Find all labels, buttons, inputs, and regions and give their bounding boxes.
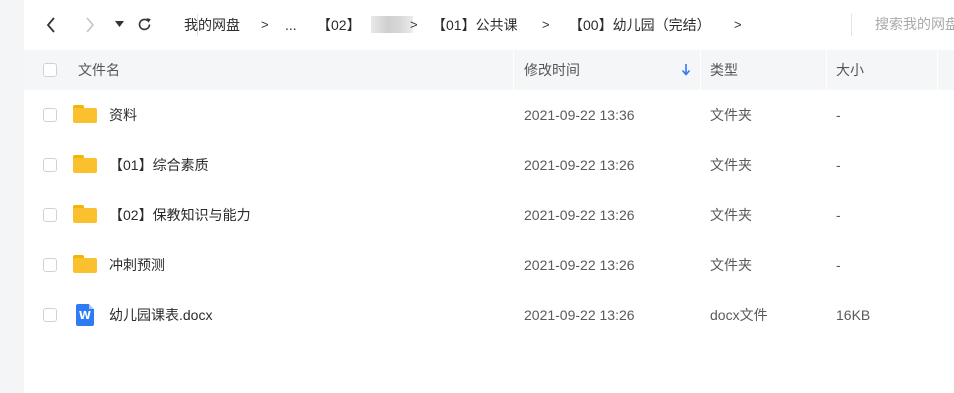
- column-name[interactable]: 文件名: [78, 50, 120, 90]
- sort-descending-icon[interactable]: [681, 63, 691, 77]
- breadcrumb-my-drive[interactable]: 我的网盘: [184, 16, 240, 34]
- breadcrumb-separator: >: [734, 17, 742, 32]
- file-modified: 2021-09-22 13:26: [524, 207, 635, 223]
- toolbar-divider: [851, 14, 852, 36]
- navigation-toolbar: 我的网盘 > ... 【02】 > 【01】公共课 > 【00】幼儿园（完结） …: [24, 0, 954, 50]
- file-row[interactable]: 【01】综合素质 2021-09-22 13:26 文件夹 -: [24, 140, 954, 190]
- search-input[interactable]: 搜索我的网盘文: [875, 14, 954, 34]
- file-size: -: [836, 207, 841, 223]
- file-row[interactable]: W 幼儿园课表.docx 2021-09-22 13:26 docx文件 16K…: [24, 290, 954, 340]
- select-all-checkbox[interactable]: [43, 63, 57, 77]
- breadcrumb-folder-02[interactable]: 【02】: [317, 16, 361, 34]
- folder-icon: [73, 105, 97, 123]
- file-name[interactable]: 资料: [109, 90, 137, 140]
- folder-icon: [73, 155, 97, 173]
- row-checkbox[interactable]: [43, 308, 57, 322]
- column-divider: [826, 50, 827, 90]
- file-size: -: [836, 107, 841, 123]
- file-list-header: 文件名 修改时间 类型 大小: [24, 50, 954, 90]
- folder-icon: [73, 205, 97, 223]
- file-name[interactable]: 【01】综合素质: [109, 140, 209, 190]
- file-type: 文件夹: [710, 157, 752, 173]
- file-size: 16KB: [836, 307, 871, 323]
- breadcrumb-public-course[interactable]: 【01】公共课: [432, 16, 518, 34]
- file-modified: 2021-09-22 13:26: [524, 307, 635, 323]
- column-type[interactable]: 类型: [710, 50, 738, 90]
- breadcrumb-separator: >: [410, 17, 418, 32]
- file-name[interactable]: 冲刺预测: [109, 240, 165, 290]
- column-divider: [700, 50, 701, 90]
- file-type: docx文件: [710, 307, 768, 323]
- file-name[interactable]: 幼儿园课表.docx: [109, 290, 212, 340]
- history-dropdown-icon[interactable]: [115, 21, 124, 28]
- file-size: -: [836, 257, 841, 273]
- row-checkbox[interactable]: [43, 108, 57, 122]
- column-modified[interactable]: 修改时间: [524, 50, 580, 90]
- refresh-icon[interactable]: [136, 16, 153, 33]
- file-modified: 2021-09-22 13:26: [524, 257, 635, 273]
- column-size[interactable]: 大小: [836, 50, 864, 90]
- file-type: 文件夹: [710, 207, 752, 223]
- breadcrumb-separator: >: [542, 17, 550, 32]
- back-icon[interactable]: [45, 16, 57, 34]
- row-checkbox[interactable]: [43, 208, 57, 222]
- file-row[interactable]: 资料 2021-09-22 13:36 文件夹 -: [24, 90, 954, 140]
- file-name[interactable]: 【02】保教知识与能力: [109, 190, 251, 240]
- file-type: 文件夹: [710, 257, 752, 273]
- left-panel-edge: [0, 0, 24, 393]
- folder-icon: [73, 255, 97, 273]
- row-checkbox[interactable]: [43, 258, 57, 272]
- file-type: 文件夹: [710, 107, 752, 123]
- redacted-text: [371, 16, 413, 33]
- file-modified: 2021-09-22 13:26: [524, 157, 635, 173]
- breadcrumb-separator: >: [261, 17, 269, 32]
- word-doc-icon: W: [76, 304, 94, 326]
- file-size: -: [836, 157, 841, 173]
- breadcrumb-kindergarten[interactable]: 【00】幼儿园（完结）: [569, 16, 711, 34]
- file-modified: 2021-09-22 13:36: [524, 107, 635, 123]
- column-divider: [513, 50, 514, 90]
- forward-icon[interactable]: [84, 16, 96, 34]
- breadcrumb-ellipsis[interactable]: ...: [285, 16, 297, 34]
- file-row[interactable]: 【02】保教知识与能力 2021-09-22 13:26 文件夹 -: [24, 190, 954, 240]
- column-divider: [937, 50, 938, 90]
- file-row[interactable]: 冲刺预测 2021-09-22 13:26 文件夹 -: [24, 240, 954, 290]
- row-checkbox[interactable]: [43, 158, 57, 172]
